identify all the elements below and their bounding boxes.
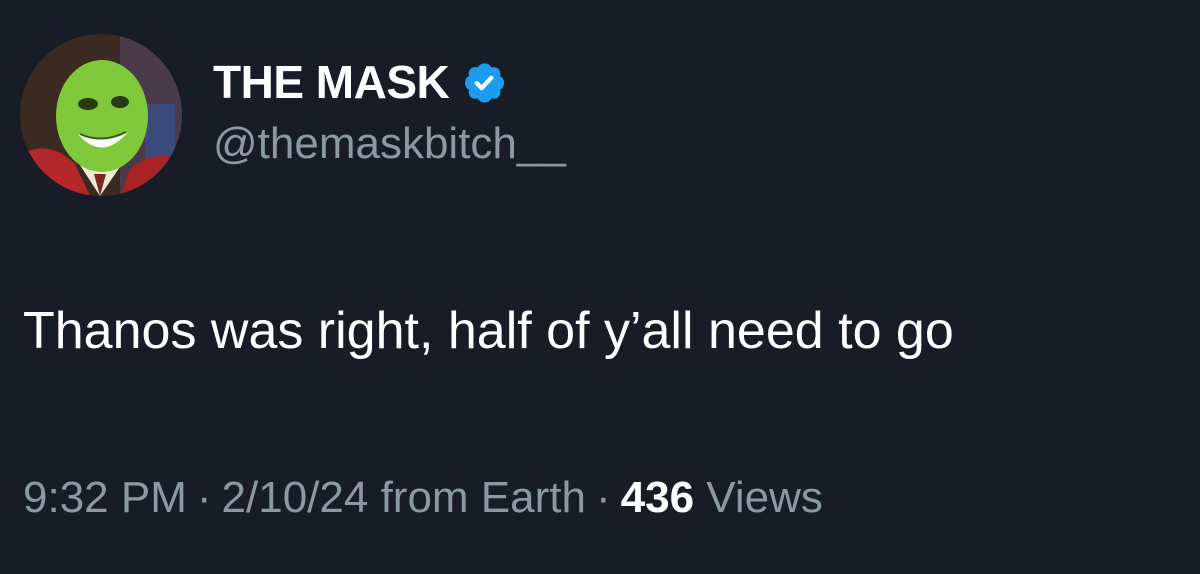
tweet-meta: 9:32 PM · 2/10/24 from Earth · 436 Views: [23, 472, 823, 525]
tweet-source: from Earth: [380, 473, 586, 522]
tweet-card: THE MASK @themaskbitch__ Thanos was righ…: [0, 0, 1200, 574]
meta-separator: ·: [595, 473, 611, 522]
views-count[interactable]: 436: [621, 473, 694, 522]
user-handle[interactable]: @themaskbitch__: [213, 119, 566, 168]
meta-separator: ·: [196, 473, 212, 522]
tweet-time[interactable]: 9:32 PM: [23, 473, 187, 522]
avatar-image: [20, 34, 182, 196]
views-label[interactable]: Views: [706, 473, 823, 522]
verified-badge-icon[interactable]: [461, 59, 507, 105]
tweet-date[interactable]: 2/10/24: [222, 473, 369, 522]
avatar[interactable]: [20, 34, 182, 196]
tweet-text: Thanos was right, half of y’all need to …: [23, 302, 954, 360]
author-name-row: THE MASK: [213, 52, 507, 112]
display-name[interactable]: THE MASK: [213, 59, 450, 105]
